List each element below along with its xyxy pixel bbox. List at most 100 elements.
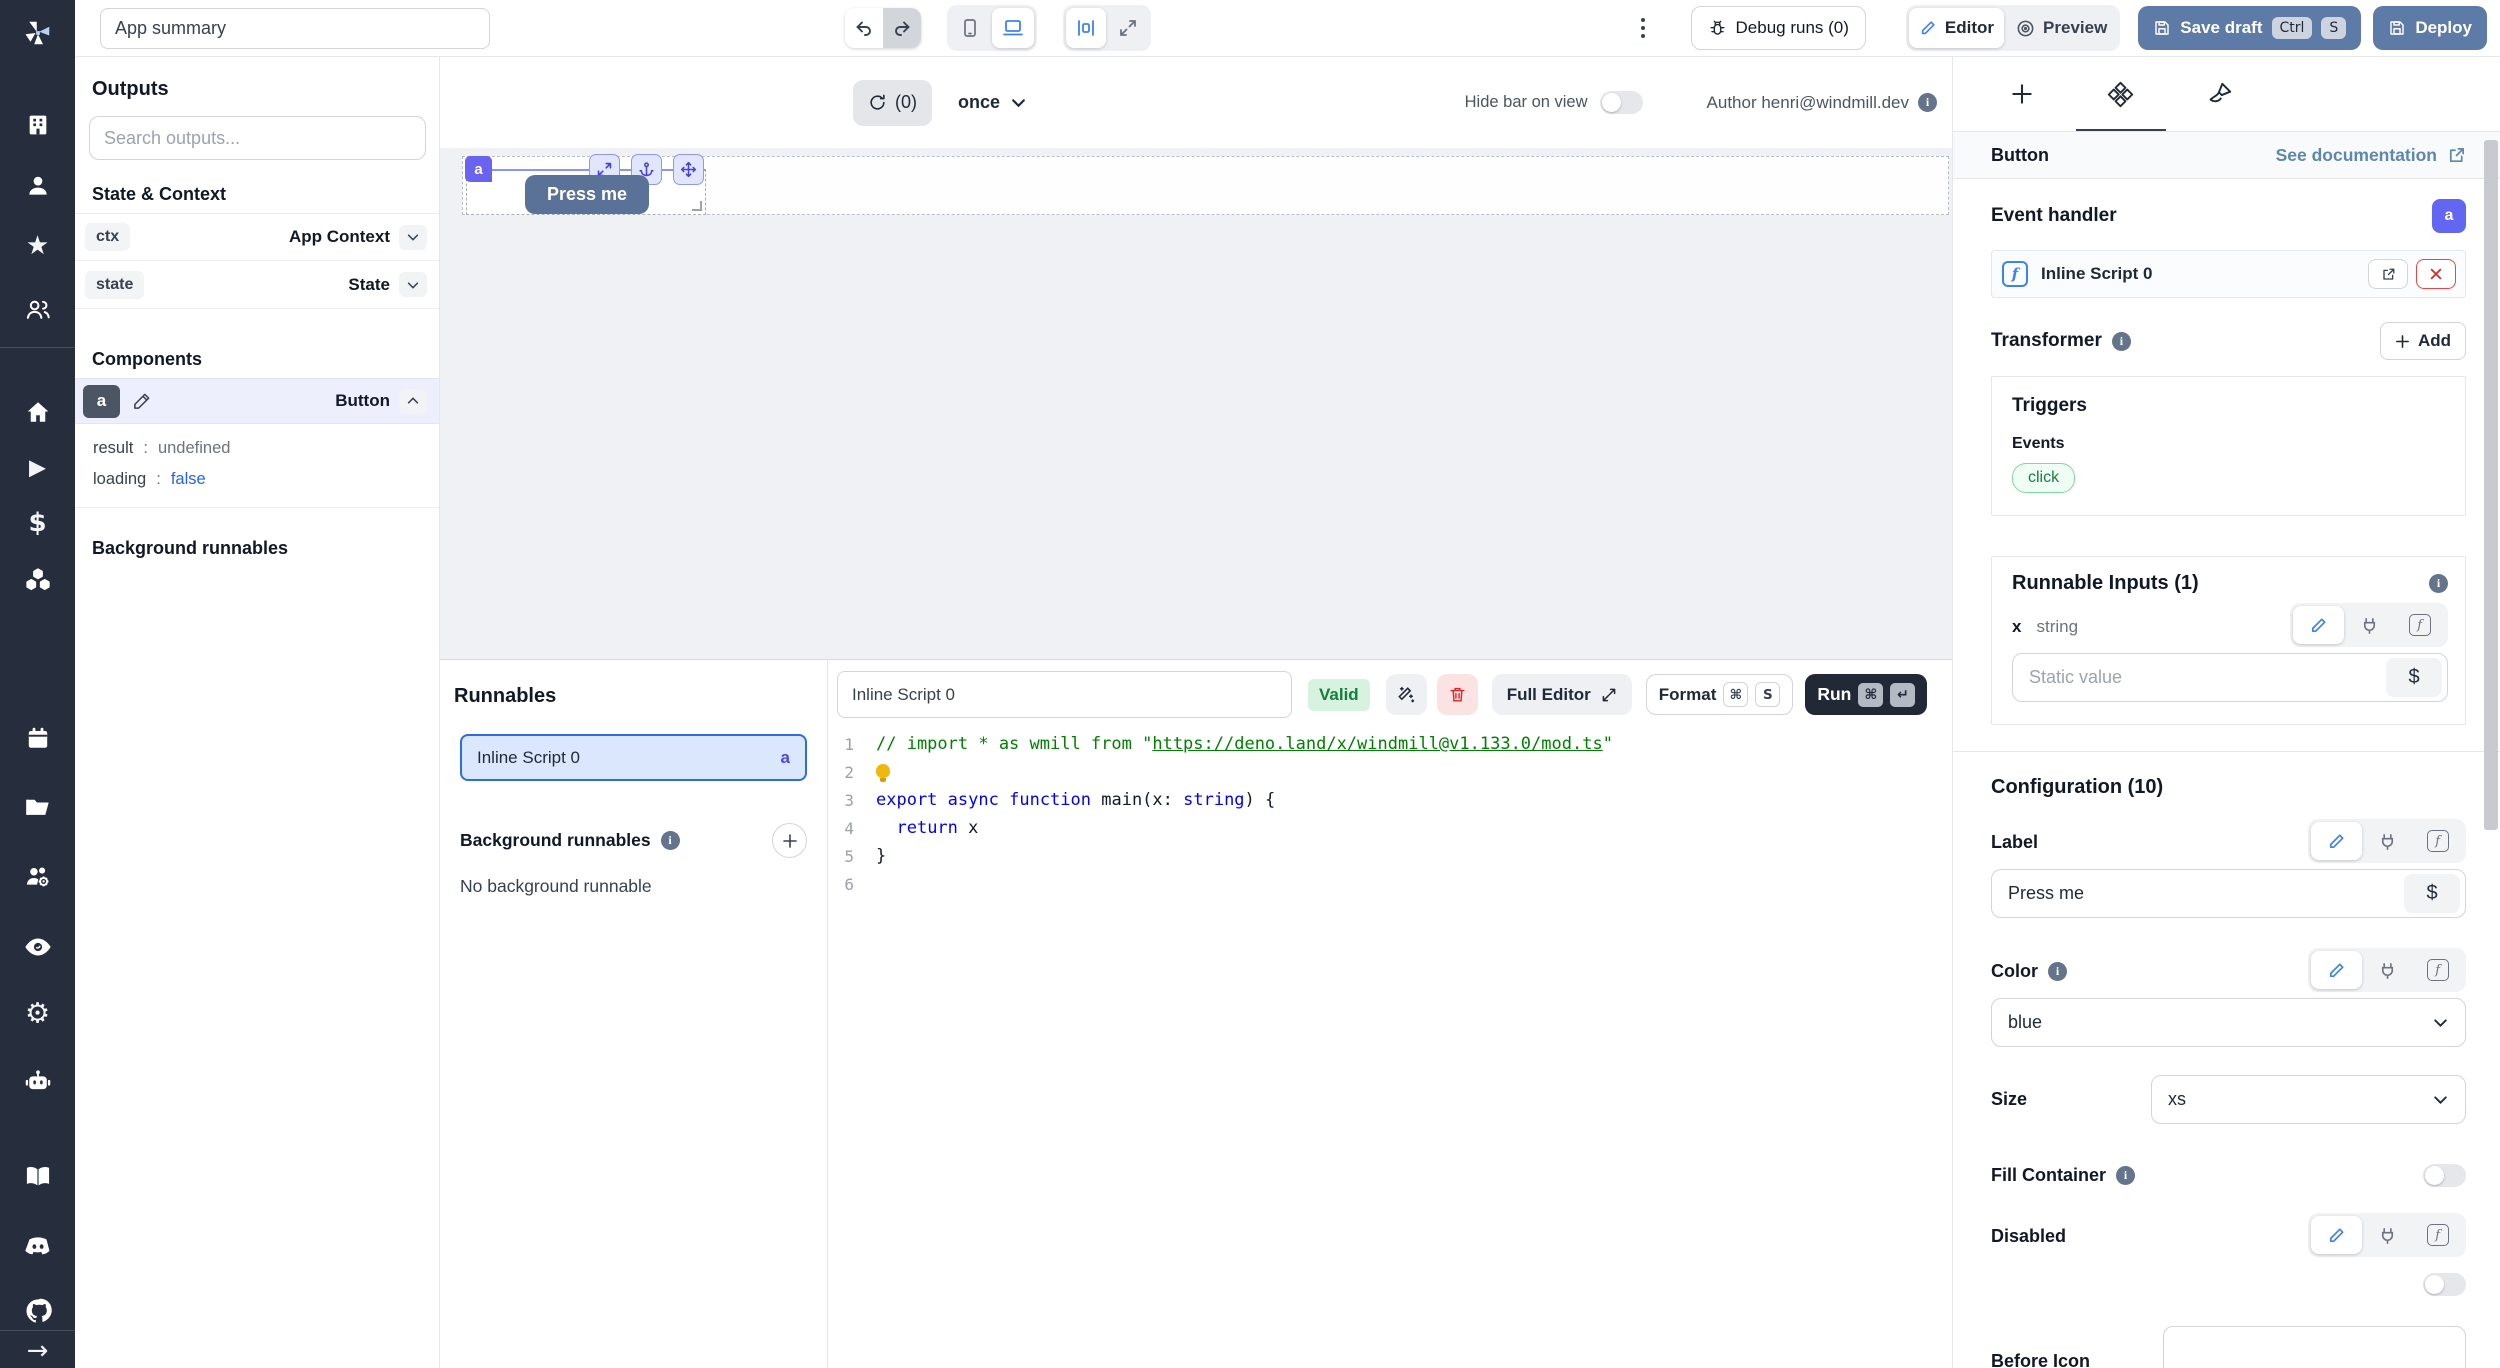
eval-mode-button[interactable]: f bbox=[2394, 606, 2445, 644]
static-value-input[interactable] bbox=[2013, 667, 2386, 688]
label-value-input[interactable] bbox=[1992, 883, 2404, 904]
audit-eye-icon[interactable] bbox=[23, 933, 52, 962]
rename-pencil-icon[interactable] bbox=[132, 392, 151, 411]
script-name-input[interactable] bbox=[837, 671, 1292, 718]
fill-container-info-icon[interactable] bbox=[2116, 1166, 2135, 1185]
refresh-button[interactable]: (0) bbox=[853, 80, 932, 126]
runnable-item-selected[interactable]: Inline Script 0 a bbox=[460, 734, 807, 781]
static-mode-button[interactable] bbox=[2311, 822, 2362, 860]
connect-mode-button[interactable] bbox=[2362, 822, 2413, 860]
ctx-type: App Context bbox=[289, 227, 390, 247]
static-mode-button[interactable] bbox=[2311, 1216, 2362, 1254]
full-editor-button[interactable]: Full Editor bbox=[1492, 674, 1632, 715]
favorites-star-icon[interactable]: ★ bbox=[26, 231, 49, 261]
resize-handle[interactable] bbox=[692, 201, 702, 211]
code-lines[interactable]: 1// import * as wmill from "https://deno… bbox=[828, 718, 1952, 1368]
github-icon[interactable] bbox=[23, 1297, 52, 1326]
mobile-view-button[interactable] bbox=[950, 8, 990, 48]
search-outputs-input[interactable] bbox=[89, 116, 426, 160]
full-width-button[interactable] bbox=[1108, 8, 1148, 48]
see-documentation-link[interactable]: See documentation bbox=[2276, 145, 2466, 166]
delete-script-button[interactable] bbox=[1437, 674, 1478, 715]
connect-mode-button[interactable] bbox=[2362, 1216, 2413, 1254]
discord-icon[interactable] bbox=[23, 1232, 52, 1261]
add-transformer-button[interactable]: Add bbox=[2380, 322, 2466, 360]
home-icon[interactable] bbox=[25, 399, 51, 425]
size-select[interactable]: xs bbox=[2151, 1075, 2466, 1124]
state-row[interactable]: state State bbox=[75, 261, 439, 309]
app-summary-input[interactable] bbox=[100, 8, 490, 49]
format-button[interactable]: Format ⌘ S bbox=[1646, 674, 1794, 715]
windmill-logo-icon[interactable] bbox=[23, 18, 53, 48]
template-dollar-button[interactable]: $ bbox=[2404, 874, 2460, 913]
ctx-expand-button[interactable] bbox=[399, 225, 427, 250]
desktop-view-button[interactable] bbox=[992, 8, 1034, 48]
static-mode-button[interactable] bbox=[2311, 951, 2362, 989]
runs-play-icon[interactable]: ▶ bbox=[29, 456, 46, 481]
more-menu-button[interactable] bbox=[1635, 12, 1651, 44]
ai-assistant-button[interactable] bbox=[1386, 674, 1427, 715]
open-script-button[interactable] bbox=[2368, 259, 2408, 289]
tab-component-settings[interactable] bbox=[2103, 57, 2138, 131]
eval-mode-button[interactable]: f bbox=[2412, 822, 2463, 860]
color-select[interactable]: blue bbox=[1991, 998, 2466, 1047]
before-icon-select[interactable] bbox=[2163, 1326, 2466, 1368]
move-component-button[interactable] bbox=[673, 154, 704, 185]
docs-book-icon[interactable] bbox=[24, 1162, 52, 1190]
disabled-toggle[interactable] bbox=[2423, 1273, 2466, 1296]
run-button[interactable]: Run ⌘ ↵ bbox=[1805, 674, 1927, 715]
groups-icon[interactable] bbox=[24, 297, 51, 324]
preview-tab[interactable]: Preview bbox=[2006, 8, 2117, 48]
eval-mode-button[interactable]: f bbox=[2412, 951, 2463, 989]
background-info-icon[interactable] bbox=[661, 831, 680, 850]
add-background-runnable-button[interactable] bbox=[772, 823, 807, 858]
panel-scrollbar-thumb[interactable] bbox=[2484, 140, 2498, 830]
deploy-button[interactable]: Deploy bbox=[2373, 6, 2487, 50]
connect-mode-button[interactable] bbox=[2344, 606, 2395, 644]
canvas-grid-row[interactable]: a Press me bbox=[462, 156, 1949, 215]
workers-icon[interactable] bbox=[24, 863, 52, 891]
ai-robot-icon[interactable] bbox=[24, 1067, 52, 1095]
connect-mode-button[interactable] bbox=[2362, 951, 2413, 989]
variables-dollar-icon[interactable]: $ bbox=[28, 508, 46, 538]
state-expand-button[interactable] bbox=[399, 272, 427, 297]
folders-icon[interactable] bbox=[24, 794, 51, 821]
eval-mode-button[interactable]: f bbox=[2412, 1216, 2463, 1254]
tab-styling[interactable] bbox=[2202, 57, 2237, 131]
editor-tab[interactable]: Editor bbox=[1909, 8, 2004, 48]
hide-bar-toggle[interactable] bbox=[1600, 91, 1643, 114]
static-mode-button[interactable] bbox=[2293, 606, 2344, 644]
workspace-icon[interactable] bbox=[25, 113, 50, 138]
result-kv[interactable]: result : undefined bbox=[93, 433, 439, 464]
template-dollar-button[interactable]: $ bbox=[2386, 658, 2442, 697]
fill-container-toggle[interactable] bbox=[2423, 1164, 2466, 1187]
run-mode-select[interactable]: once bbox=[958, 92, 1027, 113]
component-collapse-button[interactable] bbox=[399, 389, 427, 414]
loading-kv[interactable]: loading : false bbox=[93, 464, 439, 495]
ctx-row[interactable]: ctx App Context bbox=[75, 213, 439, 261]
user-icon[interactable] bbox=[25, 173, 51, 199]
undo-button[interactable] bbox=[845, 8, 883, 48]
app-canvas[interactable]: a Press me bbox=[440, 148, 1952, 659]
settings-gear-icon[interactable]: ⚙ bbox=[25, 997, 50, 1030]
attached-script-row[interactable]: f Inline Script 0 bbox=[1991, 250, 2466, 298]
component-a-row[interactable]: a Button bbox=[75, 378, 439, 424]
center-content-button[interactable] bbox=[1066, 8, 1106, 48]
redo-button[interactable] bbox=[883, 8, 921, 48]
color-source-toggle: f bbox=[2308, 948, 2466, 992]
save-draft-button[interactable]: Save draft Ctrl S bbox=[2138, 6, 2361, 50]
transformer-info-icon[interactable] bbox=[2112, 332, 2131, 351]
press-me-button[interactable]: Press me bbox=[525, 175, 649, 214]
runnable-inputs-info-icon[interactable] bbox=[2429, 574, 2448, 593]
detach-script-button[interactable] bbox=[2416, 259, 2456, 289]
schedules-calendar-icon[interactable] bbox=[25, 725, 51, 751]
tab-insert-component[interactable] bbox=[2005, 57, 2039, 131]
resources-cubes-icon[interactable] bbox=[24, 567, 51, 594]
debug-runs-button[interactable]: Debug runs (0) bbox=[1691, 6, 1866, 50]
refresh-icon bbox=[868, 93, 887, 112]
settings-tabs bbox=[1953, 57, 2500, 131]
color-info-icon[interactable] bbox=[2048, 962, 2067, 981]
selected-component[interactable]: a Press me bbox=[466, 169, 706, 215]
collapse-arrow-icon[interactable]: → bbox=[27, 1336, 49, 1366]
author-info-icon[interactable] bbox=[1918, 93, 1937, 112]
